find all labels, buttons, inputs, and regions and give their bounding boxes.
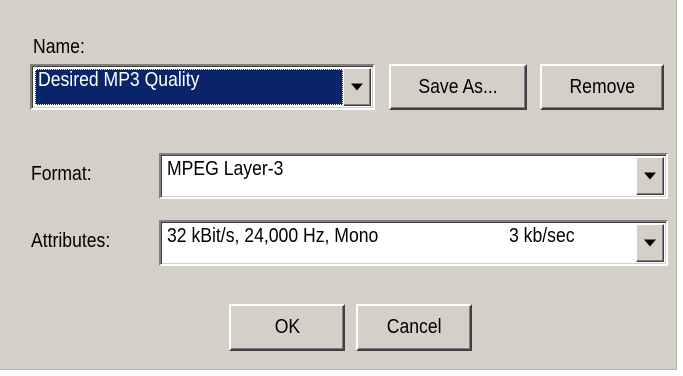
attributes-dropdown-button[interactable]: [636, 224, 664, 262]
chevron-down-icon: [644, 239, 656, 247]
remove-label: Remove: [569, 75, 635, 98]
remove-button[interactable]: Remove: [540, 64, 664, 110]
ok-label: OK: [274, 316, 300, 338]
name-label: Name:: [33, 36, 85, 58]
attributes-rate: 3 kb/sec: [509, 225, 575, 247]
name-dropdown-button[interactable]: [343, 68, 371, 106]
attributes-combobox[interactable]: 32 kBit/s, 24,000 Hz, Mono 3 kb/sec: [159, 220, 668, 266]
chevron-down-icon: [644, 172, 656, 180]
format-value: MPEG Layer-3: [167, 158, 284, 180]
attributes-value: 32 kBit/s, 24,000 Hz, Mono: [167, 225, 379, 247]
chevron-down-icon: [351, 83, 363, 91]
save-as-label: Save As...: [418, 75, 498, 98]
name-value: Desired MP3 Quality: [38, 69, 200, 91]
format-combobox[interactable]: MPEG Layer-3: [159, 153, 668, 199]
save-as-button[interactable]: Save As...: [389, 64, 527, 110]
format-dropdown-button[interactable]: [636, 157, 664, 195]
cancel-button[interactable]: Cancel: [356, 304, 472, 351]
attributes-label: Attributes:: [31, 230, 111, 252]
cancel-label: Cancel: [386, 316, 442, 338]
ok-button[interactable]: OK: [229, 304, 345, 351]
name-combobox[interactable]: Desired MP3 Quality: [30, 64, 375, 110]
name-selection-highlight: Desired MP3 Quality: [35, 69, 343, 105]
sound-selection-dialog: Name: Desired MP3 Quality Save As... Rem…: [0, 0, 677, 370]
format-label: Format:: [31, 163, 92, 185]
